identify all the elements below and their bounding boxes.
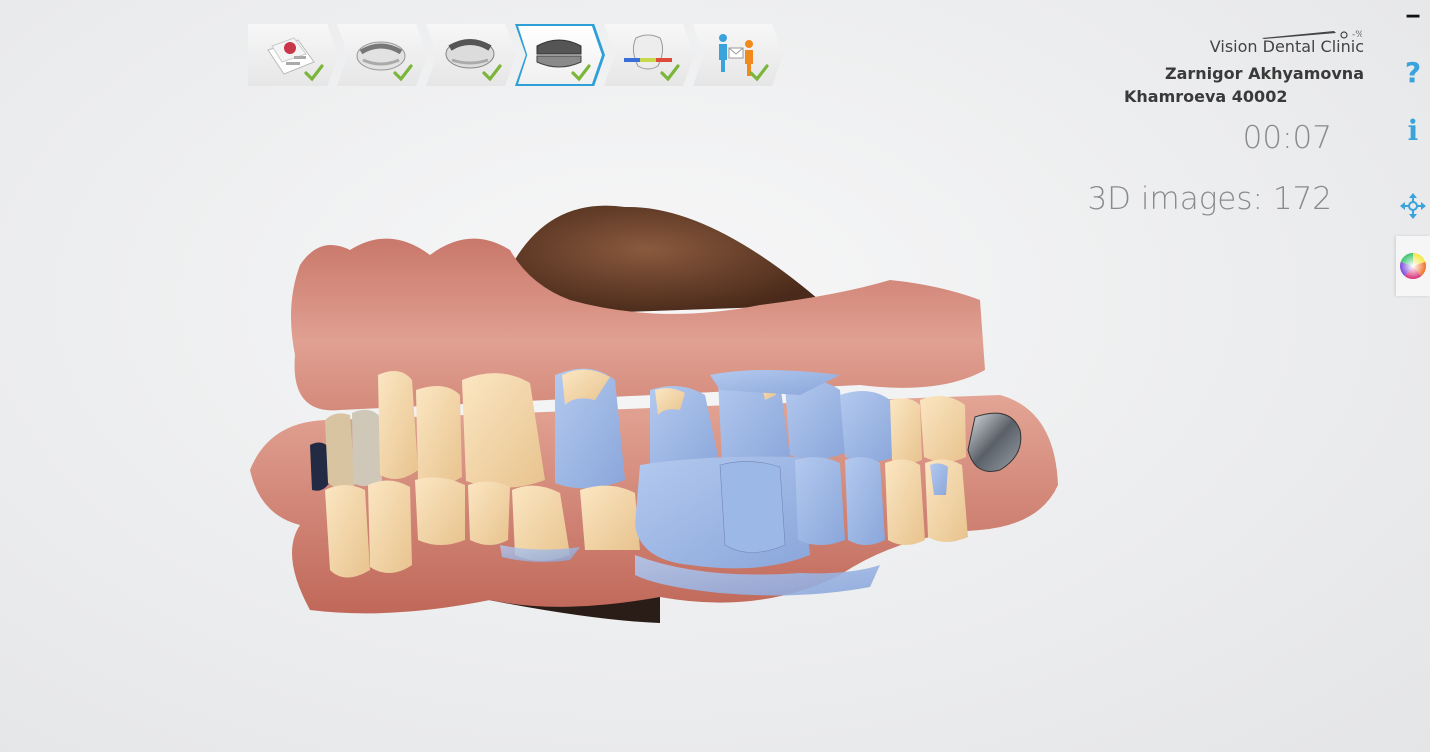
patient-name-line1: Zarnigor Akhyamovna xyxy=(1165,64,1364,83)
step-bite-scan[interactable] xyxy=(515,24,605,86)
info-button[interactable]: i xyxy=(1396,110,1430,150)
step-rx[interactable] xyxy=(248,24,338,86)
move-tool-button[interactable] xyxy=(1396,186,1430,226)
step-upper-jaw-scan[interactable] xyxy=(337,24,427,86)
completed-check-icon xyxy=(749,64,769,82)
completed-check-icon xyxy=(571,64,591,82)
completed-check-icon xyxy=(660,64,680,82)
move-arrows-icon xyxy=(1400,193,1426,219)
color-toggle-button[interactable] xyxy=(1396,236,1430,296)
step-send[interactable] xyxy=(693,24,783,86)
completed-check-icon xyxy=(482,64,502,82)
scan-timer: 00:07 xyxy=(1242,120,1332,156)
patient-name-line2: Khamroeva 40002 xyxy=(1124,87,1288,106)
step-lower-jaw-scan[interactable] xyxy=(426,24,516,86)
minimize-button[interactable]: ‒ xyxy=(1396,0,1430,30)
help-button[interactable]: ? xyxy=(1396,52,1430,92)
3d-scan-viewport[interactable] xyxy=(240,195,1070,645)
clinic-name: Vision Dental Clinic xyxy=(1209,37,1364,56)
patient-name: Zarnigor Akhyamovna Khamroeva 40002 xyxy=(1124,62,1364,108)
step-occlusion-analysis[interactable] xyxy=(604,24,694,86)
right-toolbar: ‒ ? i xyxy=(1396,0,1430,752)
completed-check-icon xyxy=(393,64,413,82)
image-count: 3D images: 172 xyxy=(1087,181,1332,217)
workflow-step-bar xyxy=(248,24,812,86)
completed-check-icon xyxy=(304,64,324,82)
color-wheel-icon xyxy=(1400,253,1426,280)
